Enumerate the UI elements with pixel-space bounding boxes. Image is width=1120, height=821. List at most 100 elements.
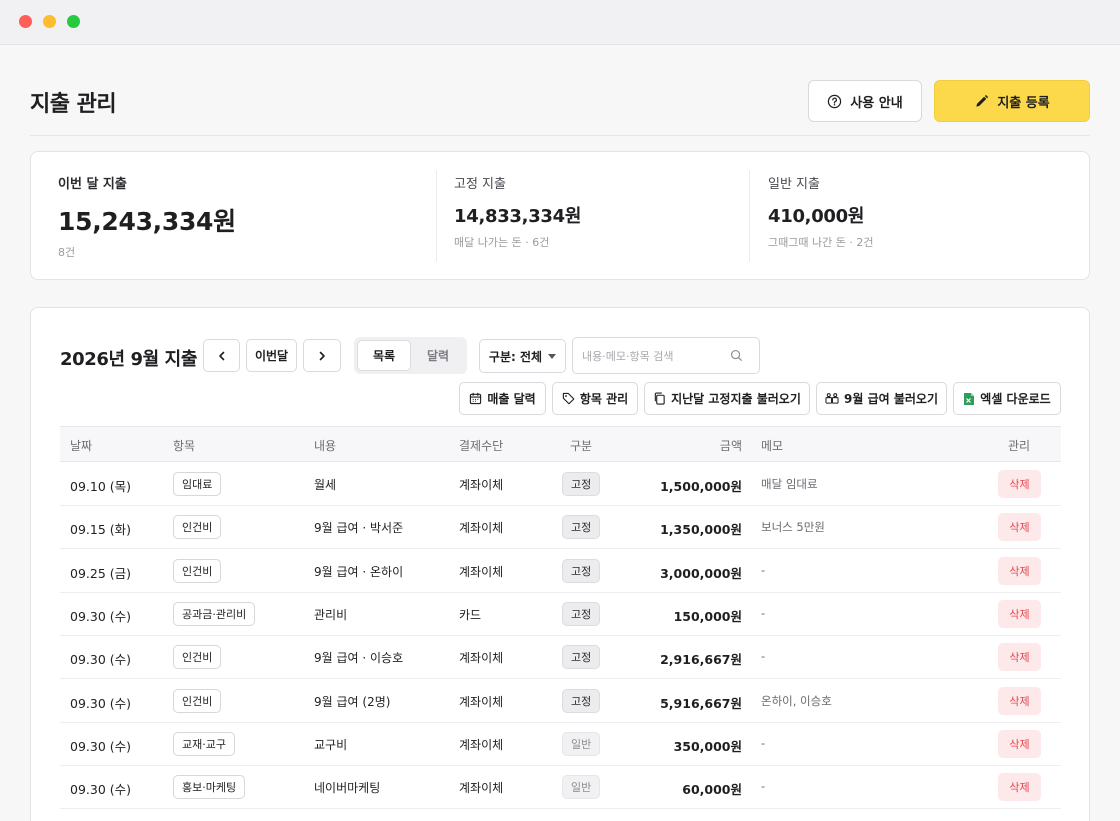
excel-download-button[interactable]: 엑셀 다운로드 [953, 382, 1061, 415]
sales-calendar-button[interactable]: 매출 달력 [459, 382, 546, 415]
load-fixed-label: 지난달 고정지출 불러오기 [671, 392, 801, 406]
column-header-type: 구분 [570, 439, 593, 453]
type-badge: 고정 [562, 472, 601, 496]
row-memo: 온하이, 이승호 [761, 693, 832, 708]
category-chip: 홍보·마케팅 [173, 775, 246, 800]
delete-button[interactable]: 삭제 [998, 513, 1041, 542]
row-amount: 2,916,667원 [660, 652, 742, 668]
load-salary-button[interactable]: 9월 급여 불러오기 [816, 382, 947, 415]
tab-calendar-view[interactable]: 달력 [411, 340, 465, 371]
sales-calendar-label: 매출 달력 [487, 392, 536, 406]
type-filter-select[interactable]: 구분: 전체 [479, 339, 566, 373]
row-payment-method: 카드 [459, 607, 482, 622]
summary-normal: 일반 지출 410,000원 그때그때 나간 돈 · 2건 [749, 152, 1089, 281]
question-circle-icon [828, 94, 842, 108]
row-description: 월세 [314, 478, 337, 492]
row-description: 9월 급여 · 온하이 [314, 564, 404, 579]
row-date: 09.15 (화) [70, 522, 132, 538]
column-header-amount: 금액 [719, 439, 742, 453]
search-icon[interactable] [730, 349, 743, 362]
row-memo: - [761, 605, 766, 620]
type-badge: 고정 [562, 688, 601, 713]
row-amount: 1,500,000원 [660, 479, 742, 494]
summary-month-value: 15,243,334원 [58, 207, 236, 236]
next-month-button[interactable] [303, 339, 341, 372]
summary-fixed-label: 고정 지출 [454, 177, 506, 192]
row-date: 09.30 (수) [70, 652, 132, 668]
row-payment-method: 계좌이체 [459, 651, 504, 666]
view-toggle: 목록 달력 [354, 337, 467, 374]
row-payment-method: 계좌이체 [459, 781, 504, 796]
add-expense-button[interactable]: 지출 등록 [934, 80, 1090, 122]
row-payment-method: 계좌이체 [459, 564, 504, 579]
delete-button[interactable]: 삭제 [998, 556, 1041, 585]
column-header-payment: 결제수단 [459, 439, 504, 453]
search-input[interactable] [582, 347, 722, 365]
search-box [572, 337, 760, 374]
row-description: 네이버마케팅 [314, 781, 381, 796]
row-memo: - [761, 735, 766, 750]
manage-items-label: 항목 관리 [579, 392, 629, 406]
calendar-icon [470, 392, 482, 405]
table-row: 09.30 (수) 교재·교구 교구비 계좌이체 일반 350,000원 - 삭제 [60, 723, 1061, 766]
type-badge: 일반 [562, 775, 601, 800]
tag-icon [562, 392, 575, 405]
minimize-window-button[interactable] [43, 15, 56, 28]
row-description: 관리비 [314, 607, 348, 622]
table-row: 09.30 (수) 인건비 9월 급여 · 이승호 계좌이체 고정 2,916,667원 -… [60, 636, 1061, 680]
summary-month-label: 이번 달 지출 [58, 177, 127, 192]
add-expense-label: 지출 등록 [997, 95, 1050, 111]
copy-icon [654, 392, 665, 405]
people-icon [825, 393, 839, 404]
row-date: 09.30 (수) [70, 608, 132, 624]
window-titlebar [0, 0, 1120, 45]
delete-button[interactable]: 삭제 [998, 729, 1041, 758]
delete-button[interactable]: 삭제 [998, 686, 1041, 715]
row-payment-method: 계좌이체 [459, 737, 504, 752]
row-date: 09.25 (금) [70, 565, 132, 581]
prev-month-button[interactable] [203, 339, 240, 372]
row-amount: 150,000원 [673, 608, 742, 624]
maximize-window-button[interactable] [67, 15, 80, 28]
caret-down-icon [548, 353, 557, 359]
tab-list-view[interactable]: 목록 [357, 340, 411, 371]
delete-button[interactable]: 삭제 [998, 470, 1041, 498]
row-payment-method: 계좌이체 [459, 521, 504, 536]
header-divider [30, 135, 1090, 136]
row-description: 9월 급여 · 박서준 [314, 521, 404, 536]
row-description: 9월 급여 · 이승호 [314, 651, 404, 666]
row-memo: 보너스 5만원 [761, 520, 825, 535]
delete-button[interactable]: 삭제 [998, 599, 1041, 628]
summary-fixed-value: 14,833,334원 [454, 206, 582, 227]
row-memo: 매달 임대료 [761, 477, 818, 491]
load-fixed-expenses-button[interactable]: 지난달 고정지출 불러오기 [644, 382, 810, 415]
category-chip: 인건비 [173, 558, 222, 583]
summary-normal-label: 일반 지출 [768, 177, 820, 192]
help-button-label: 사용 안내 [850, 95, 903, 111]
chevron-left-icon [218, 351, 224, 360]
row-date: 09.30 (수) [70, 738, 132, 754]
row-description: 교구비 [314, 737, 348, 752]
manage-items-button[interactable]: 항목 관리 [552, 382, 638, 415]
table-row: 09.30 (수) 홍보·마케팅 네이버마케팅 계좌이체 일반 60,000원 - 삭제 [60, 766, 1061, 810]
close-window-button[interactable] [19, 15, 32, 28]
table-row: 09.10 (목) 임대료 월세 계좌이체 고정 1,500,000원 매달 임대료 삭제 [60, 463, 1061, 506]
type-badge: 고정 [562, 515, 601, 540]
category-chip: 인건비 [173, 688, 222, 713]
summary-fixed-sub: 매달 나가는 돈 · 6건 [454, 236, 550, 249]
category-chip: 인건비 [173, 645, 222, 670]
summary-fixed: 고정 지출 14,833,334원 매달 나가는 돈 · 6건 [436, 152, 749, 281]
table-row: 09.30 (수) 공과금·관리비 관리비 카드 고정 150,000원 - 삭제 [60, 593, 1061, 636]
row-memo: - [761, 562, 766, 577]
page-title: 지출 관리 [30, 92, 117, 117]
help-button[interactable]: 사용 안내 [808, 80, 922, 122]
excel-download-label: 엑셀 다운로드 [980, 392, 1051, 406]
summary-month-count: 8건 [58, 246, 76, 259]
row-date: 09.10 (목) [70, 479, 132, 494]
this-month-button[interactable]: 이번달 [246, 339, 297, 372]
row-memo: - [761, 779, 766, 794]
summary-month: 이번 달 지출 15,243,334원 8건 [31, 152, 436, 281]
delete-button[interactable]: 삭제 [998, 773, 1041, 802]
delete-button[interactable]: 삭제 [998, 643, 1041, 672]
column-header-date: 날짜 [70, 439, 93, 453]
